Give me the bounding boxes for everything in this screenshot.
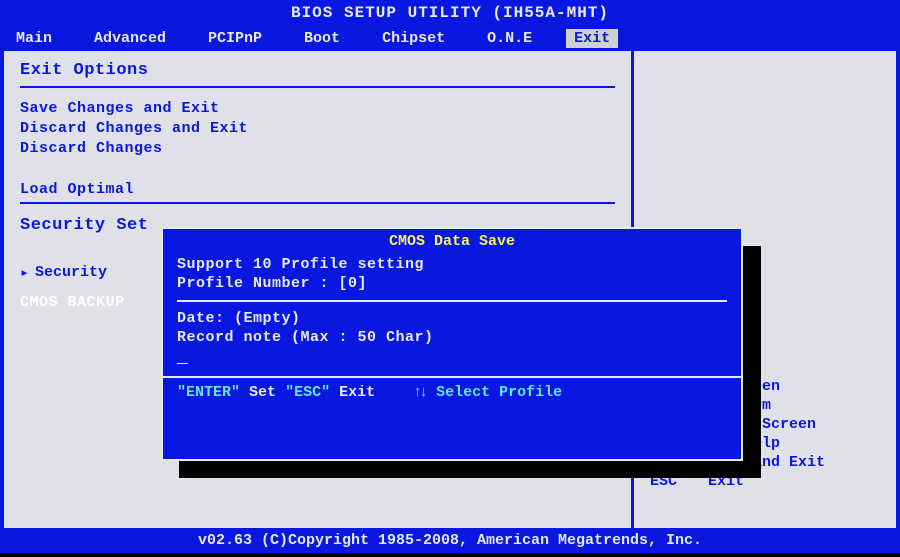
date-value: (Empty) xyxy=(234,310,301,327)
record-note-label: Record note (Max : 50 Char) xyxy=(177,329,727,346)
profile-number-value[interactable]: [0] xyxy=(339,275,368,292)
menu-one[interactable]: O.N.E xyxy=(479,29,540,48)
menu-pcipnp[interactable]: PCIPnP xyxy=(200,29,270,48)
footer-bar: v02.63 (C)Copyright 1985-2008, American … xyxy=(0,528,900,553)
divider xyxy=(20,86,615,88)
divider-2 xyxy=(20,202,615,204)
save-and-exit[interactable]: Save Changes and Exit xyxy=(20,100,615,117)
dialog-footer: "ENTER" Set "ESC" Exit ↑↓ Select Profile xyxy=(163,378,741,407)
dialog-support-line: Support 10 Profile setting xyxy=(177,256,727,273)
cmos-save-dialog: CMOS Data Save Support 10 Profile settin… xyxy=(161,227,743,461)
esc-key-hint: "ESC" xyxy=(285,384,330,401)
profile-number-label: Profile Number : xyxy=(177,275,329,292)
updown-arrow-icon: ↑↓ xyxy=(413,384,425,401)
app-title: BIOS SETUP UTILITY (IH55A-MHT) xyxy=(291,4,609,22)
copyright-text: v02.63 (C)Copyright 1985-2008, American … xyxy=(198,532,702,549)
set-label: Set xyxy=(249,384,276,401)
menu-bar: Main Advanced PCIPnP Boot Chipset O.N.E … xyxy=(0,26,900,51)
security-label: Security xyxy=(35,264,107,281)
menu-boot[interactable]: Boot xyxy=(296,29,348,48)
menu-advanced[interactable]: Advanced xyxy=(86,29,174,48)
exit-label: Exit xyxy=(339,384,375,401)
menu-exit[interactable]: Exit xyxy=(566,29,618,48)
record-note-input[interactable]: _ xyxy=(177,348,727,368)
dialog-profile-line: Profile Number : [0] xyxy=(177,275,727,292)
date-label: Date: xyxy=(177,310,225,327)
discard-and-exit[interactable]: Discard Changes and Exit xyxy=(20,120,615,137)
title-bar: BIOS SETUP UTILITY (IH55A-MHT) xyxy=(0,0,900,26)
enter-key-hint: "ENTER" xyxy=(177,384,240,401)
dialog-divider xyxy=(177,300,727,302)
menu-main[interactable]: Main xyxy=(8,29,60,48)
load-optimal[interactable]: Load Optimal xyxy=(20,181,615,198)
dialog-title: CMOS Data Save xyxy=(163,229,741,254)
submenu-arrow-icon: ▸ xyxy=(20,263,29,282)
exit-options-title: Exit Options xyxy=(20,61,615,80)
dialog-date-line: Date: (Empty) xyxy=(177,310,727,327)
main-area: Exit Options Save Changes and Exit Disca… xyxy=(0,51,900,528)
select-profile-label: Select Profile xyxy=(436,384,562,401)
dialog-body: Support 10 Profile setting Profile Numbe… xyxy=(163,256,741,368)
discard-changes[interactable]: Discard Changes xyxy=(20,140,615,157)
menu-chipset[interactable]: Chipset xyxy=(374,29,453,48)
